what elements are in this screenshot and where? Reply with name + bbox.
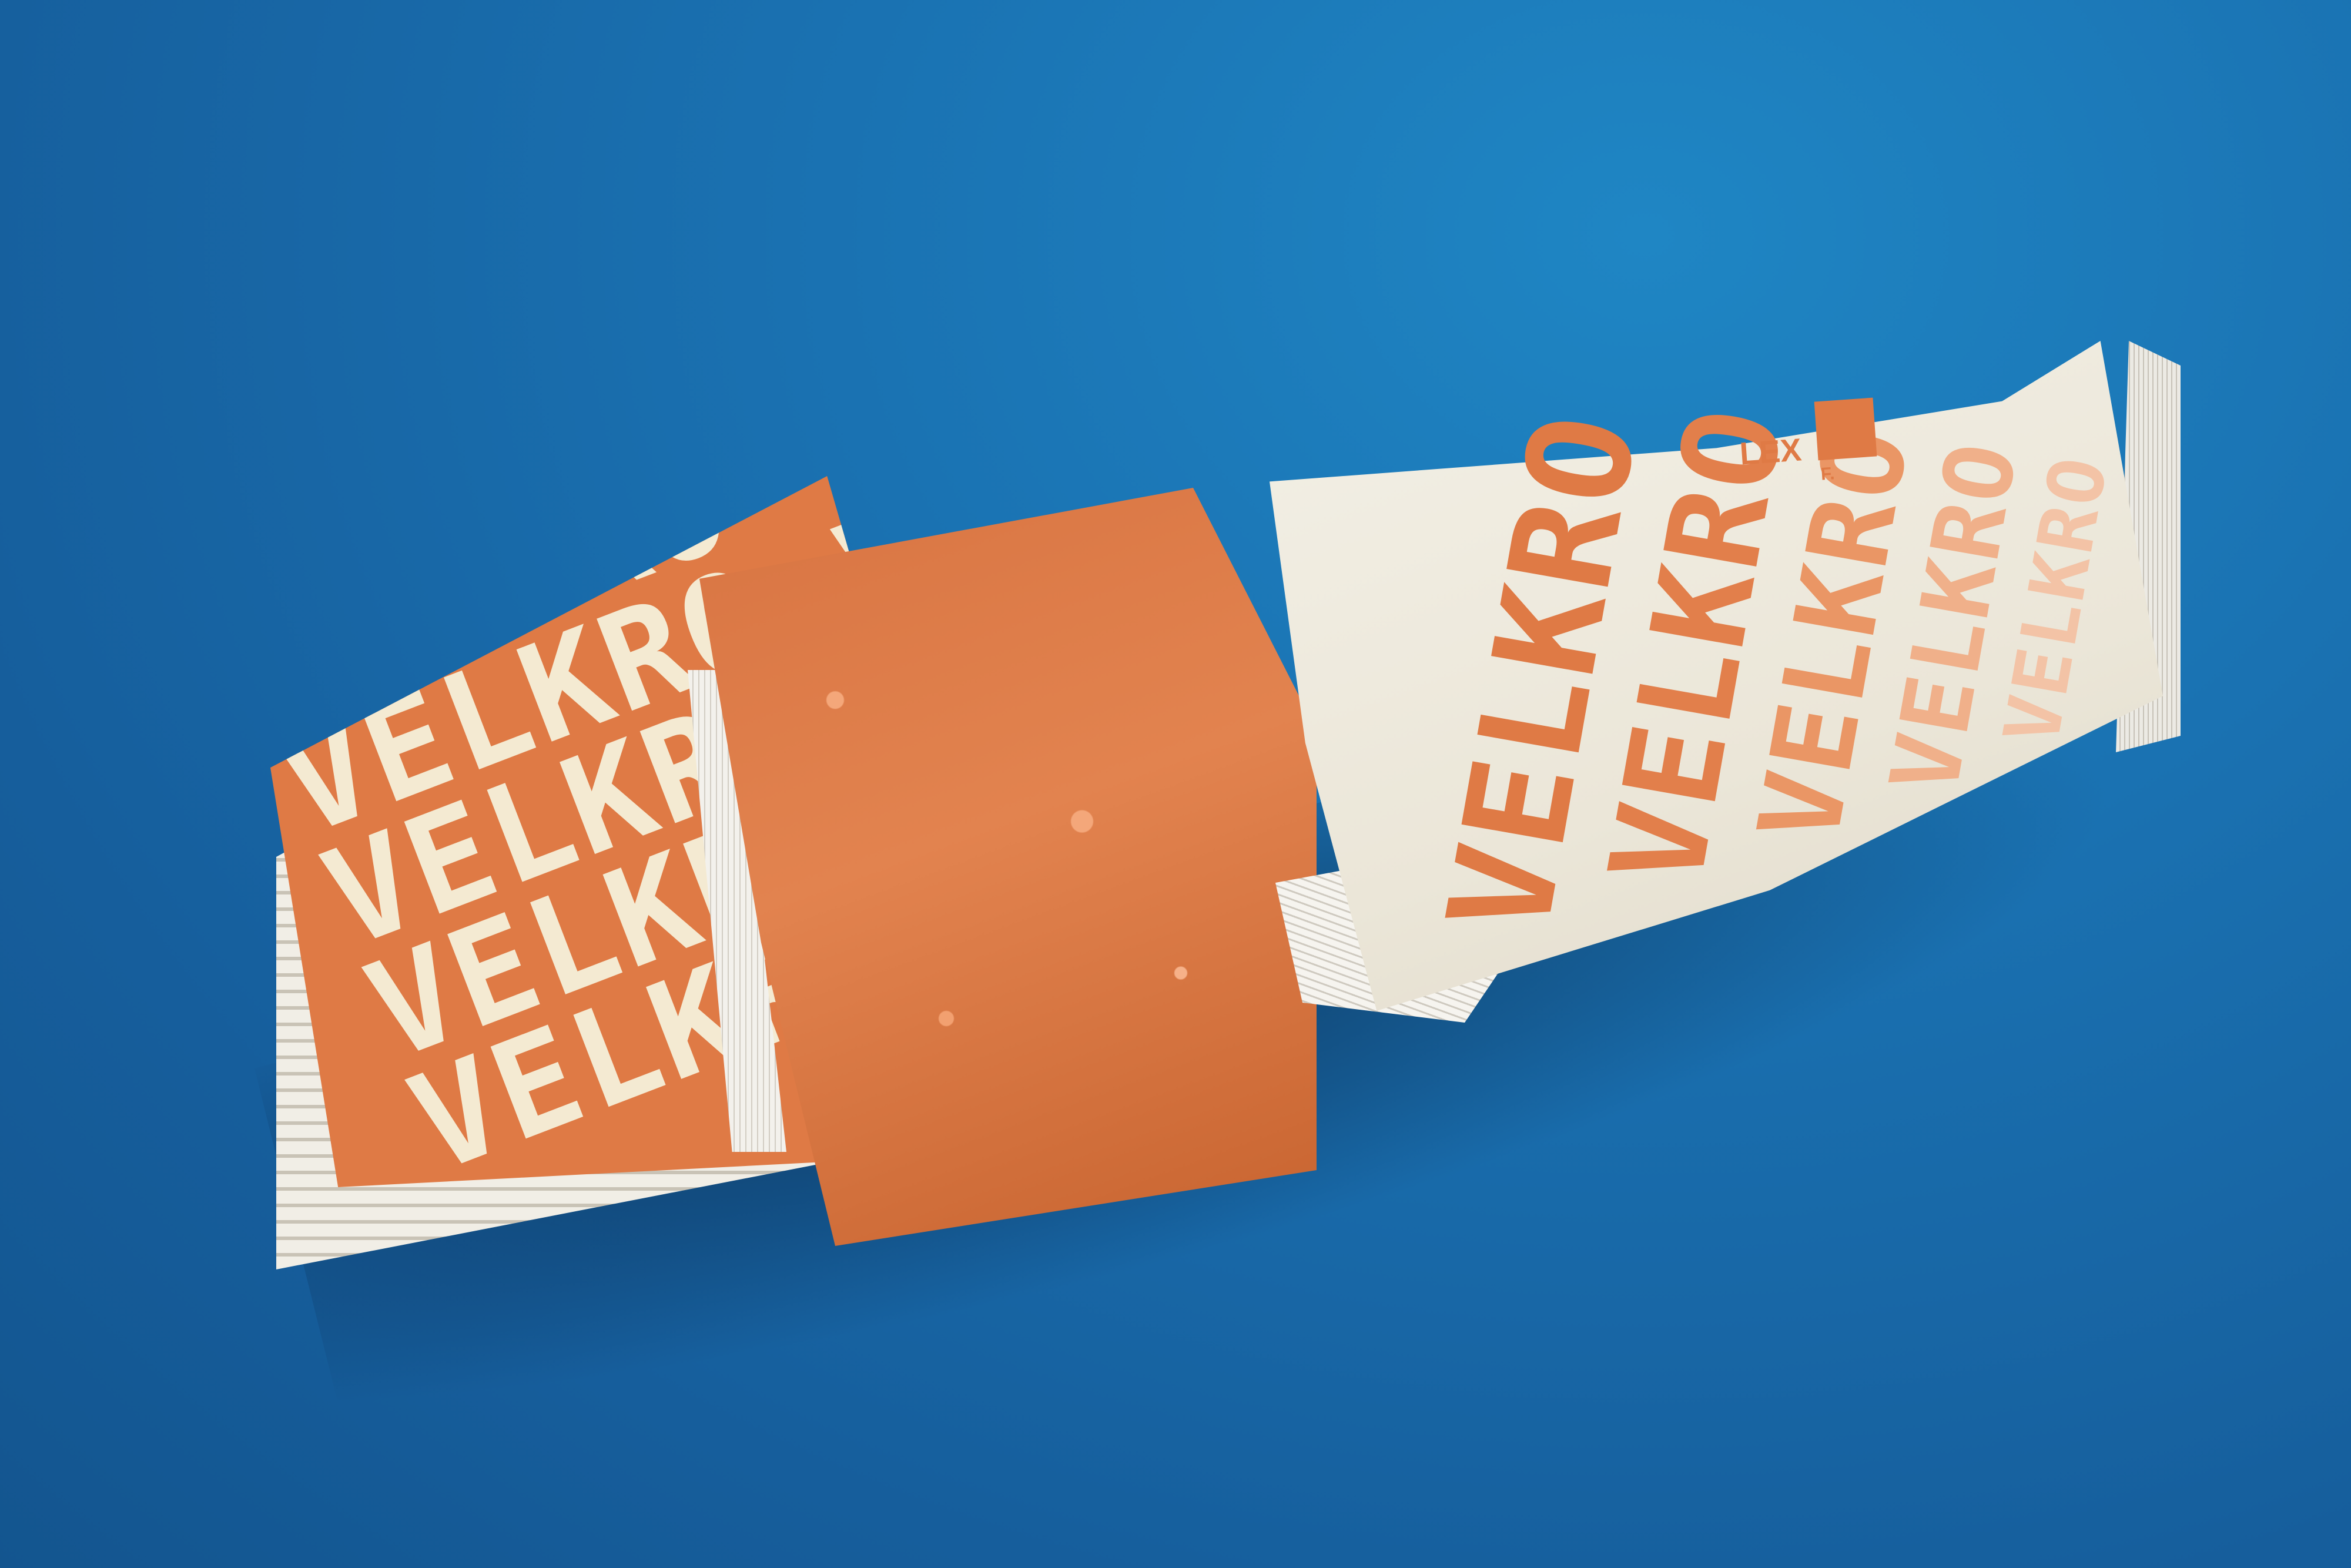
product-photo-scene: VELKRO VELKRO VELKRO VELKRO VELKRO VELKR…: [0, 0, 2351, 1568]
logo-square-icon: [1814, 397, 1877, 461]
logo-word: LEX: [1739, 432, 1803, 472]
logo-mark: F.: [1820, 464, 1836, 484]
